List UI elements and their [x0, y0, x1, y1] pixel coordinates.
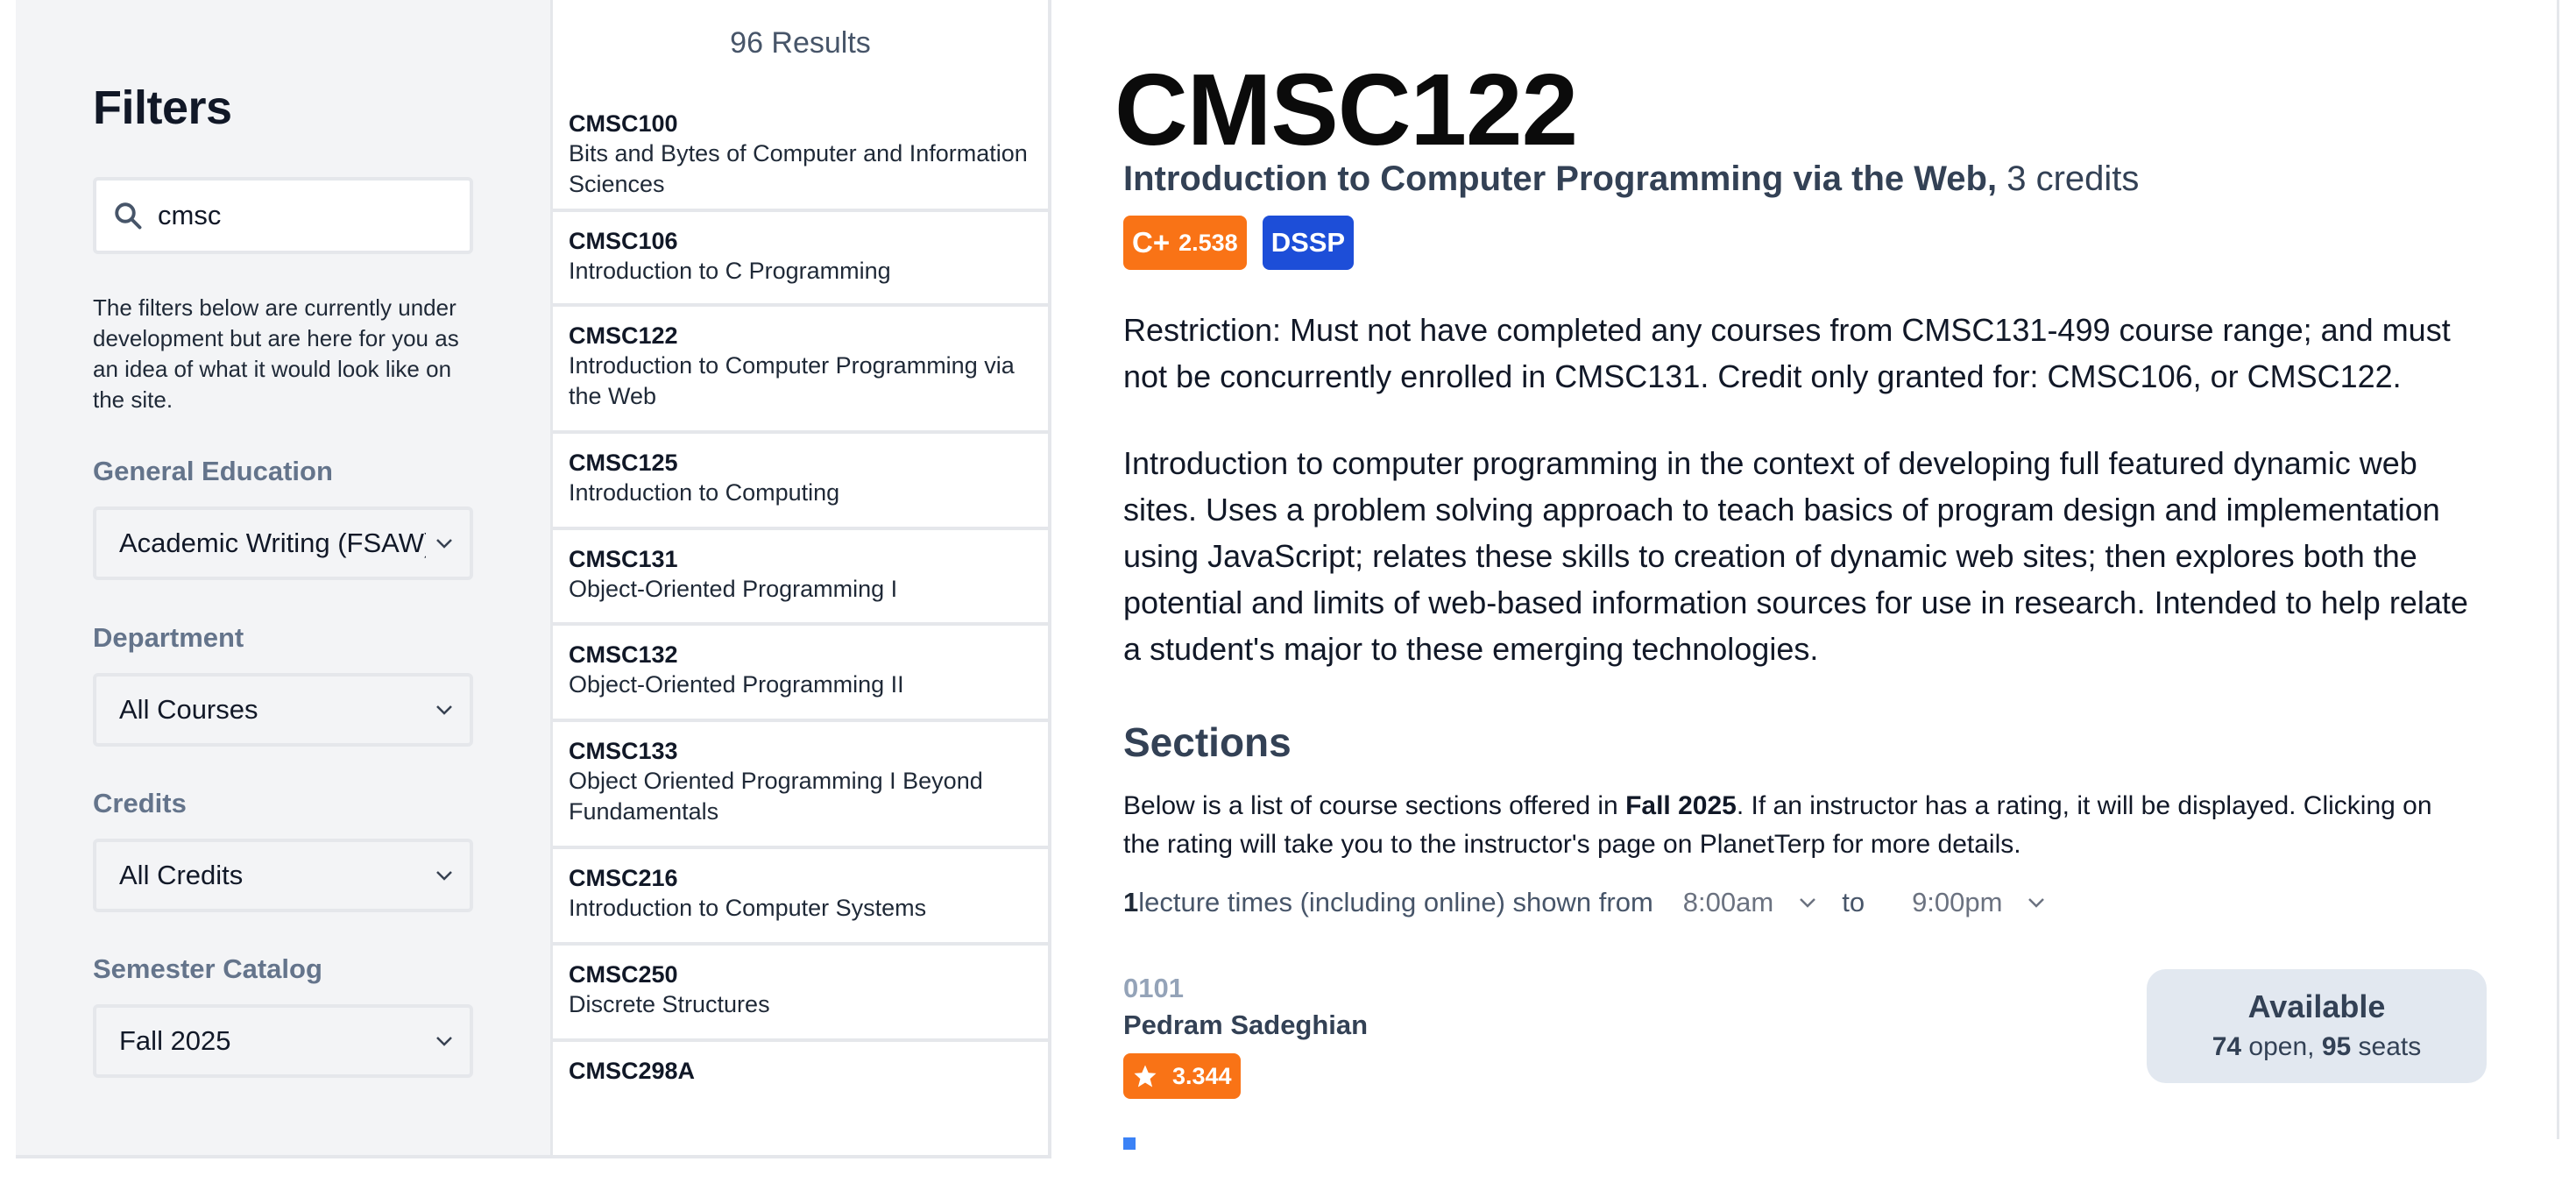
result-code: CMSC125 — [569, 450, 678, 476]
time-to-value: 9:00pm — [1912, 887, 2003, 917]
credits-select[interactable]: All Credits — [93, 839, 473, 912]
availability-status: Available — [2247, 988, 2386, 1024]
result-title: Introduction to C Programming — [569, 258, 891, 284]
time-from-select[interactable]: 8:00am — [1683, 887, 1817, 918]
result-title: Introduction to Computer Systems — [569, 895, 927, 921]
credits-label: Credits — [93, 788, 187, 818]
open-count: 74 — [2212, 1032, 2242, 1061]
chevron-down-icon — [436, 871, 452, 881]
section-number: 0101 — [1123, 973, 1184, 1003]
search-input[interactable] — [158, 200, 456, 231]
semester-catalog-select[interactable]: Fall 2025 — [93, 1004, 473, 1078]
sections-heading: Sections — [1123, 719, 1292, 765]
results-count: 96 Results — [730, 26, 871, 60]
department-value: All Courses — [119, 694, 258, 725]
result-title: Introduction to Computing — [569, 479, 840, 506]
panel-bottom-border — [16, 1155, 1051, 1158]
result-title: Discrete Structures — [569, 991, 770, 1017]
chevron-down-icon — [436, 539, 452, 549]
lecture-text: lecture times (including online) shown f… — [1138, 887, 1653, 917]
course-code-heading: CMSC122 — [1115, 53, 1578, 166]
result-item-cmsc100[interactable]: CMSC100 Bits and Bytes of Computer and I… — [553, 95, 1051, 212]
general-education-select[interactable]: Academic Writing (FSAW) — [93, 506, 473, 580]
result-title: Object-Oriented Programming I — [569, 576, 898, 602]
course-title: Introduction to Computer Programming via… — [1123, 159, 1998, 198]
department-label: Department — [93, 622, 244, 653]
result-title: Object Oriented Programming I Beyond Fun… — [569, 768, 983, 825]
gened-badge[interactable]: DSSP — [1262, 216, 1355, 270]
course-restriction: Restriction: Must not have completed any… — [1123, 312, 2451, 394]
course-detail: CMSC122 Introduction to Computer Program… — [1051, 0, 2558, 1155]
star-icon — [1134, 1065, 1157, 1087]
result-item-cmsc133[interactable]: CMSC133 Object Oriented Programming I Be… — [553, 722, 1051, 849]
result-title: Introduction to Computer Programming via… — [569, 352, 1015, 409]
result-item-cmsc122[interactable]: CMSC122 Introduction to Computer Program… — [553, 307, 1051, 434]
time-from-value: 8:00am — [1682, 887, 1774, 917]
results-list: 96 Results CMSC100 Bits and Bytes of Com… — [550, 0, 1051, 1155]
filters-note: The filters below are currently under de… — [93, 294, 459, 413]
department-select[interactable]: All Courses — [93, 673, 473, 747]
seats-count: 95 — [2321, 1032, 2352, 1061]
result-item-cmsc106[interactable]: CMSC106 Introduction to C Programming — [553, 212, 1051, 307]
chevron-down-icon — [436, 705, 452, 715]
instructor-name: Pedram Sadeghian — [1123, 1009, 1369, 1040]
instructor-rating: 3.344 — [1172, 1062, 1232, 1089]
general-education-label: General Education — [93, 456, 333, 486]
result-code: CMSC250 — [569, 961, 678, 988]
seats-label: seats — [2351, 1032, 2422, 1061]
course-description: Introduction to computer programming in … — [1123, 445, 2468, 667]
general-education-value: Academic Writing (FSAW) — [119, 528, 426, 558]
app-window: Filters The filters below are currently … — [0, 0, 2576, 1183]
course-title-line: Introduction to Computer Programming via… — [1123, 159, 2139, 199]
result-code: CMSC133 — [569, 738, 678, 764]
time-to-select[interactable]: 9:00pm — [1912, 887, 2046, 918]
course-credits: 3 credits — [2006, 159, 2140, 198]
chevron-down-icon — [2028, 898, 2045, 908]
result-code: CMSC122 — [569, 322, 678, 349]
result-code: CMSC106 — [569, 228, 678, 254]
filters-heading: Filters — [93, 81, 232, 134]
semester-catalog-label: Semester Catalog — [93, 953, 322, 984]
chevron-down-icon — [436, 1037, 452, 1046]
instructor-rating-badge[interactable]: 3.344 — [1123, 1053, 1241, 1099]
grade-average: 2.538 — [1178, 229, 1238, 256]
chevron-down-icon — [1800, 898, 1816, 908]
result-code: CMSC131 — [569, 546, 678, 572]
search-icon — [115, 202, 142, 230]
lecture-time-filter: 1 lecture times (including online) shown… — [1123, 887, 2046, 918]
sections-description: Below is a list of course sections offer… — [1123, 787, 2473, 864]
search-field[interactable] — [93, 177, 473, 254]
result-item-cmsc216[interactable]: CMSC216 Introduction to Computer Systems — [553, 849, 1051, 946]
result-code: CMSC132 — [569, 641, 678, 668]
open-label: open, — [2241, 1032, 2322, 1061]
average-grade-badge[interactable]: C+ 2.538 — [1123, 216, 1247, 270]
sections-desc-prefix: Below is a list of course sections offer… — [1123, 791, 1626, 820]
availability-card: Available 74 open, 95 seats — [2147, 969, 2487, 1083]
sections-desc-semester: Fall 2025 — [1625, 791, 1737, 820]
result-item-cmsc131[interactable]: CMSC131 Object-Oriented Programming I — [553, 530, 1051, 626]
grade-letter: C+ — [1132, 226, 1171, 259]
result-title: Object-Oriented Programming II — [569, 671, 904, 698]
result-title: Bits and Bytes of Computer and Informati… — [569, 140, 1028, 197]
result-code: CMSC298A — [569, 1058, 696, 1084]
result-code: CMSC100 — [569, 110, 678, 137]
time-to-label: to — [1842, 887, 1865, 917]
result-item-cmsc298a[interactable]: CMSC298A — [553, 1042, 1051, 1112]
lecture-marker — [1123, 1137, 1136, 1150]
result-code: CMSC216 — [569, 865, 678, 891]
lecture-count: 1 — [1123, 887, 1139, 917]
filters-panel: Filters The filters below are currently … — [16, 0, 550, 1155]
semester-catalog-value: Fall 2025 — [119, 1025, 231, 1056]
result-item-cmsc125[interactable]: CMSC125 Introduction to Computing — [553, 434, 1051, 530]
course-badges: C+ 2.538 DSSP — [1123, 216, 1355, 270]
credits-value: All Credits — [119, 860, 244, 890]
page-right-edge — [2557, 0, 2559, 1139]
seat-counts: 74 open, 95 seats — [2147, 1032, 2487, 1062]
result-item-cmsc132[interactable]: CMSC132 Object-Oriented Programming II — [553, 626, 1051, 722]
result-item-cmsc250[interactable]: CMSC250 Discrete Structures — [553, 946, 1051, 1042]
